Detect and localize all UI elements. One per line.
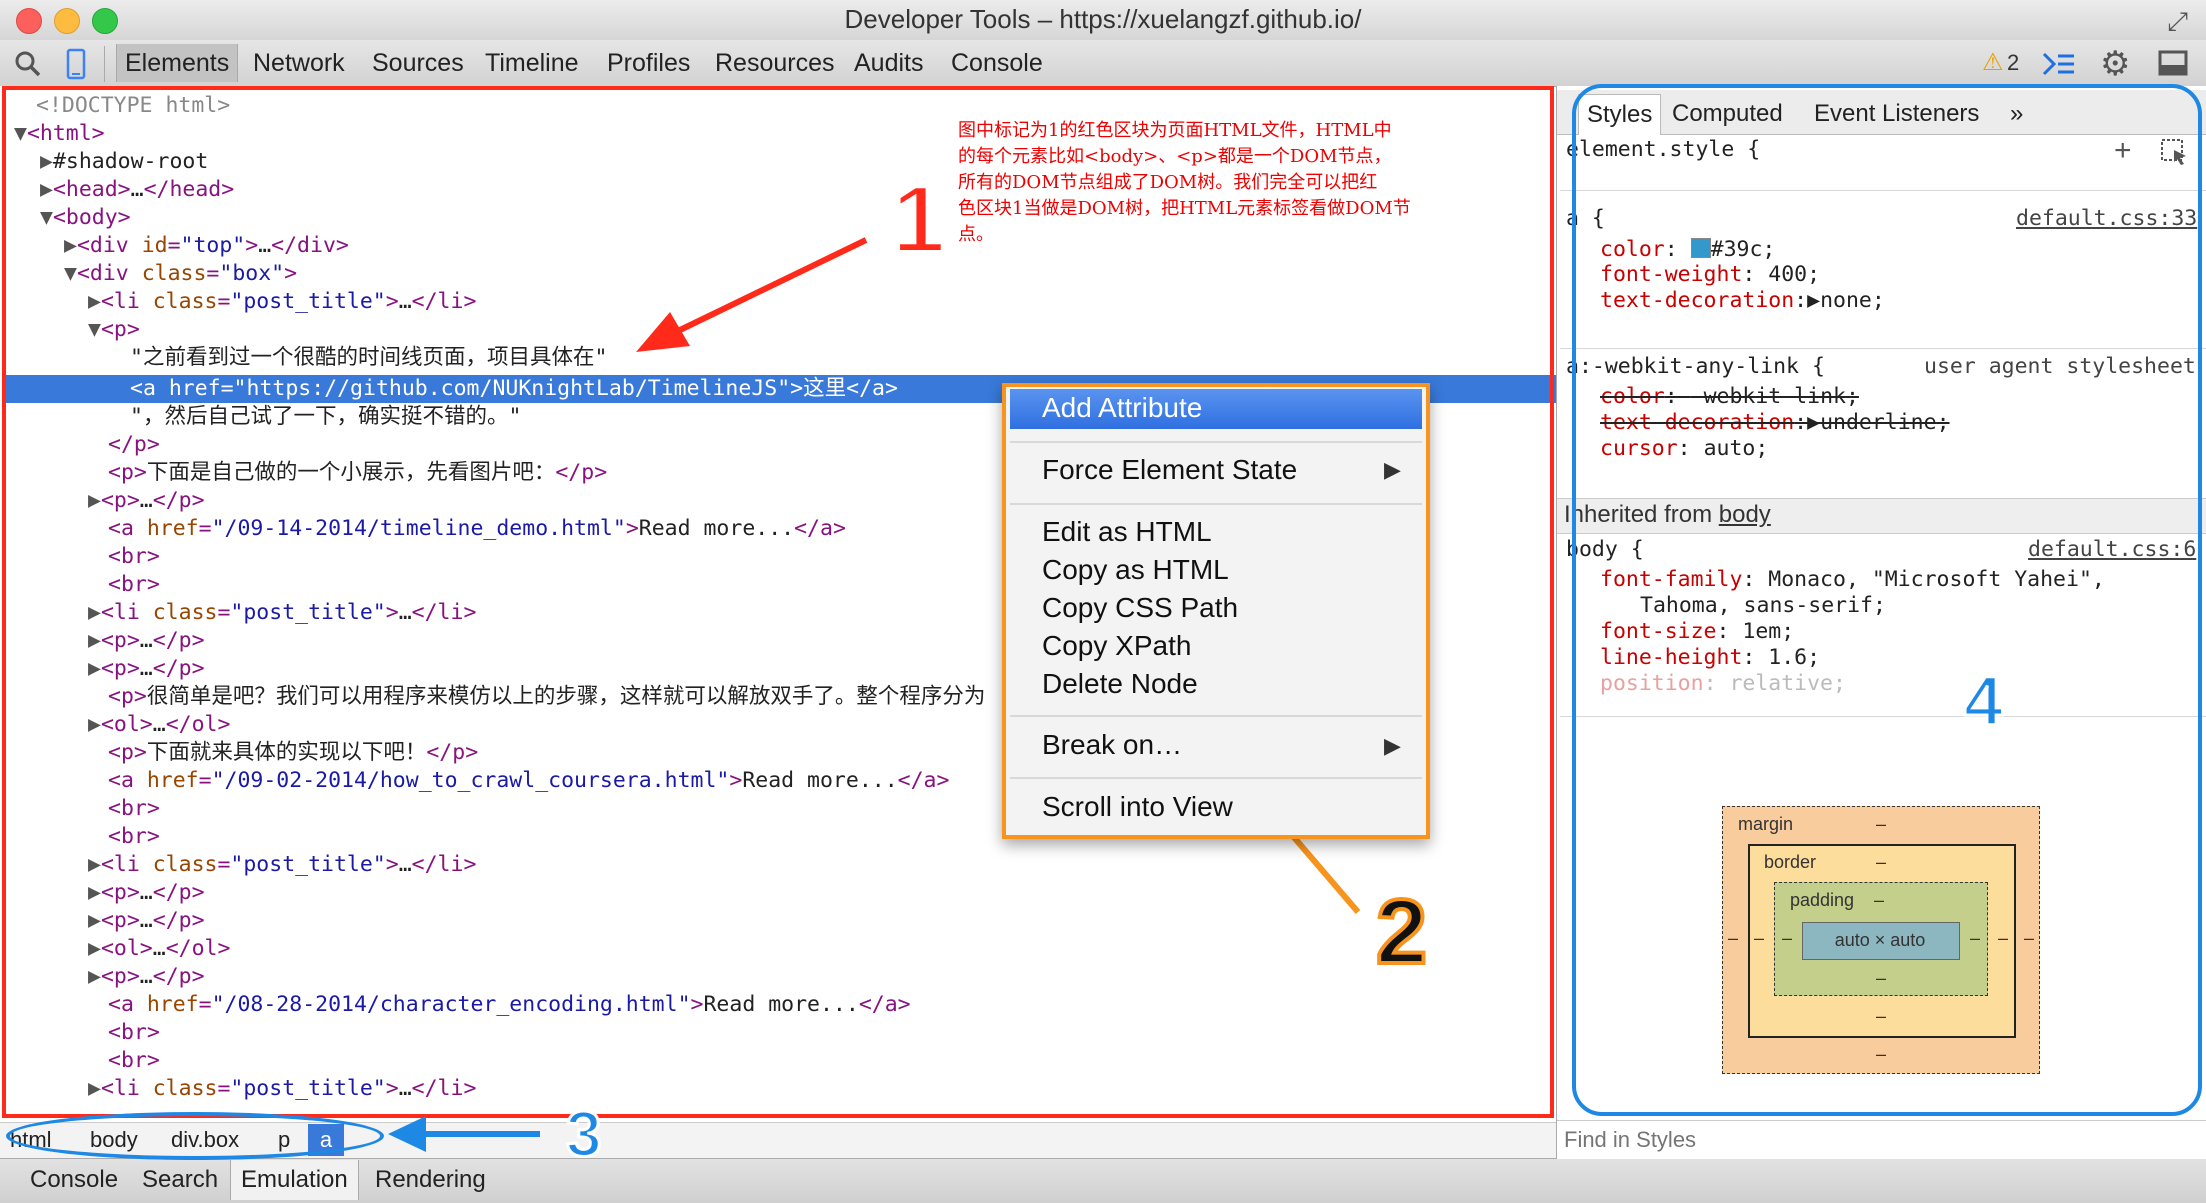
menu-item-edit-as-html[interactable]: Edit as HTML — [1042, 516, 1212, 548]
menu-item-copy-css-path[interactable]: Copy CSS Path — [1042, 592, 1238, 624]
menu-separator — [1010, 503, 1422, 505]
red-arrow — [636, 237, 868, 352]
menu-item-scroll-into-view[interactable]: Scroll into View — [1042, 791, 1233, 823]
menu-separator — [1010, 441, 1422, 443]
menu-item-break-on[interactable]: Break on… — [1042, 729, 1182, 761]
menu-separator — [1010, 777, 1422, 779]
menu-item-copy-xpath[interactable]: Copy XPath — [1042, 630, 1191, 662]
submenu-arrow-icon: ▶ — [1384, 733, 1401, 758]
menu-separator — [1010, 715, 1422, 717]
submenu-arrow-icon: ▶ — [1384, 457, 1401, 482]
context-menu: Add Attribute Force Element State ▶ Edit… — [1002, 383, 1430, 839]
menu-item-delete-node[interactable]: Delete Node — [1042, 668, 1198, 700]
blue-arrow — [388, 1116, 540, 1152]
menu-item-force-element-state[interactable]: Force Element State — [1042, 454, 1297, 486]
menu-item-copy-as-html[interactable]: Copy as HTML — [1042, 554, 1229, 586]
menu-item-add-attribute[interactable]: Add Attribute — [1042, 392, 1202, 424]
